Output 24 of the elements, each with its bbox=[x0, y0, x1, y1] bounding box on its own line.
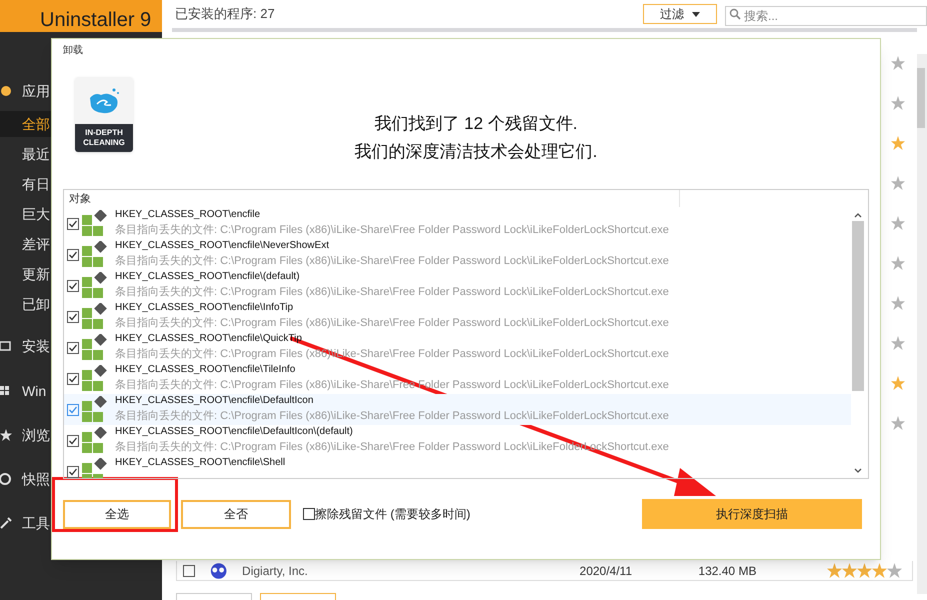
badge-label: IN-DEPTH CLEANING bbox=[75, 124, 133, 152]
missing-file-path: 条目指向丢失的文件: C:\Program Files (x86)\iLike-Share\Free Folder Password Lock\iLikeFolderLockShortcut.exe bbox=[115, 316, 669, 331]
registry-key-text: HKEY_CLASSES_ROOT\encfile\DefaultIcon\(default) bbox=[115, 425, 354, 439]
date-text: 2020/4/11 bbox=[580, 562, 634, 580]
missing-file-path: 条目指向丢失的文件: C:\Program Files (x86)\iLike-Share\Free Folder Password Lock\iLikeFolderLockShortcut.exe bbox=[115, 378, 669, 393]
missing-file-path: 条目指向丢失的文件: C:\Program Files (x86)\iLike-Share\Free Folder Password Lock\iLikeFolderLockShortcut.exe bbox=[115, 408, 669, 424]
registry-key-text: HKEY_CLASSES_ROOT\encfile\(default) bbox=[115, 270, 301, 284]
size-text: 132.40 MB bbox=[698, 562, 758, 580]
registry-key-text: HKEY_CLASSES_ROOT\encfile\DefaultIcon bbox=[115, 394, 314, 408]
column-header: 对象 bbox=[69, 192, 92, 206]
heading-line: 我们的深度清洁技术会处理它们. bbox=[354, 141, 598, 163]
heading-line: 我们找到了 12 个残留文件. bbox=[374, 113, 578, 135]
registry-key-text: HKEY_CLASSES_ROOT\encfile\NeverShowExt bbox=[115, 239, 330, 253]
registry-key-text: HKEY_CLASSES_ROOT\encfile\Shell bbox=[115, 456, 286, 470]
missing-file-path: 条目指向丢失的文件: C:\Program Files (x86)\iLike-Share\Free Folder Password Lock\iLikeFolderLockShortcut.exe bbox=[115, 284, 669, 300]
installed-count: 已安装的程序: 27 bbox=[175, 5, 276, 24]
missing-file-path: 条目指向丢失的文件: C:\Program Files (x86)\iLike-Share\Free Folder Password Lock\iLikeFolderLockShortcut.exe bbox=[115, 254, 669, 269]
publisher-text: Digiarty, Inc. bbox=[242, 562, 309, 580]
registry-key-text: HKEY_CLASSES_ROOT\encfile\InfoTip bbox=[115, 301, 294, 315]
dialog-title: 卸载 bbox=[63, 44, 84, 57]
app-title: Uninstaller 9 bbox=[40, 8, 152, 32]
registry-key-text: HKEY_CLASSES_ROOT\encfile\TileInfo bbox=[115, 363, 296, 377]
registry-key-text: HKEY_CLASSES_ROOT\encfile bbox=[115, 208, 262, 222]
missing-file-path: 条目指向丢失的文件: C:\Program Files (x86)\iLike-Share\Free Folder Password Lock\iLikeFolderLockShortcut.exe bbox=[115, 222, 669, 238]
